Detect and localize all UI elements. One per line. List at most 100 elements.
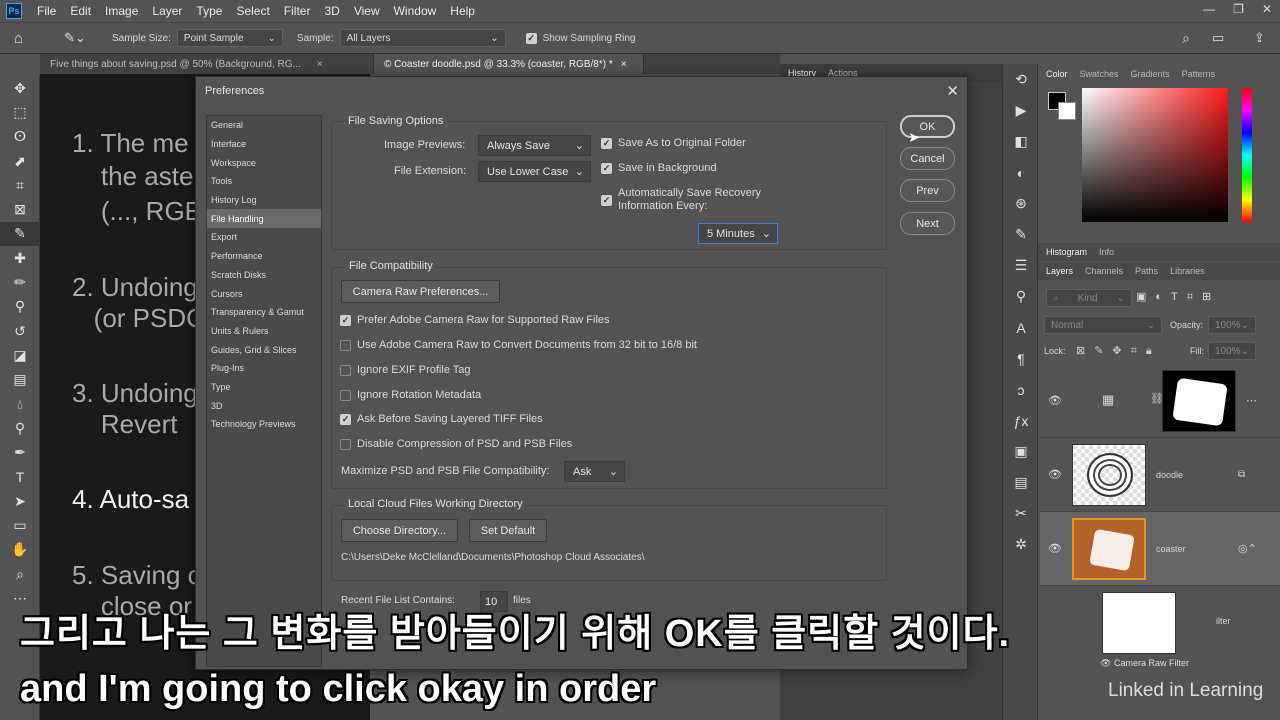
- paragraph-icon[interactable]: ¶: [1003, 343, 1039, 374]
- category-interface[interactable]: Interface: [207, 135, 321, 154]
- tab-info[interactable]: Info: [1099, 247, 1114, 257]
- layer-row[interactable]: 👁︎ doodle ⧉: [1040, 438, 1280, 512]
- eyedropper-tool-icon[interactable]: ✎⌄: [64, 30, 94, 46]
- visibility-eye-icon[interactable]: 👁︎: [1048, 468, 1062, 481]
- compat-checkbox[interactable]: [340, 389, 351, 401]
- menu-layer[interactable]: Layer: [145, 4, 189, 18]
- tab-channels[interactable]: Channels: [1085, 266, 1123, 276]
- layer-mask-thumbnail[interactable]: [1162, 370, 1236, 432]
- menu-filter[interactable]: Filter: [277, 4, 318, 18]
- tab-histogram[interactable]: Histogram: [1046, 247, 1087, 257]
- tab-paths[interactable]: Paths: [1135, 266, 1158, 276]
- menu-type[interactable]: Type: [189, 4, 229, 18]
- compat-checkbox[interactable]: ✓: [340, 413, 351, 425]
- save-in-background-row[interactable]: ✓ Save in Background: [601, 162, 716, 174]
- menu-image[interactable]: Image: [98, 4, 145, 18]
- visibility-eye-icon[interactable]: 👁︎: [1048, 394, 1062, 407]
- menu-help[interactable]: Help: [443, 4, 482, 18]
- actions-icon[interactable]: ▶: [1003, 95, 1039, 126]
- compat-option-row[interactable]: Ignore EXIF Profile Tag: [340, 364, 471, 376]
- compat-option-row[interactable]: Use Adobe Camera Raw to Convert Document…: [340, 339, 697, 351]
- category-performance[interactable]: Performance: [207, 247, 321, 266]
- background-color-swatch[interactable]: [1058, 102, 1076, 120]
- category-workspace[interactable]: Workspace: [207, 153, 321, 172]
- compat-option-row[interactable]: ✓ Ask Before Saving Layered TIFF Files: [340, 413, 543, 425]
- tab-color[interactable]: Color: [1046, 69, 1068, 79]
- compat-checkbox[interactable]: [340, 364, 351, 376]
- category-units-rulers[interactable]: Units & Rulers: [207, 322, 321, 341]
- opacity-field[interactable]: 100% ⌄: [1208, 316, 1256, 334]
- glyphs-icon[interactable]: ↄ: [1003, 374, 1039, 405]
- image-previews-select[interactable]: Always Save ⌄: [478, 135, 591, 156]
- close-window-icon[interactable]: ✕: [1262, 2, 1272, 16]
- menu-file[interactable]: File: [30, 4, 63, 18]
- brush-settings-icon[interactable]: ✎: [1003, 219, 1039, 250]
- sample-size-select[interactable]: Point Sample ⌄: [176, 29, 283, 47]
- save-as-original-row[interactable]: ✓ Save As to Original Folder: [601, 137, 746, 149]
- search-icon[interactable]: ⌕: [1182, 30, 1190, 47]
- tab-gradients[interactable]: Gradients: [1131, 69, 1170, 79]
- marquee-tool-icon[interactable]: ⬚: [0, 100, 40, 124]
- minimize-icon[interactable]: —: [1203, 2, 1215, 16]
- crop-tool-icon[interactable]: ⌗: [0, 173, 40, 197]
- frame-tool-icon[interactable]: ⊠: [0, 197, 40, 221]
- close-tab-icon[interactable]: ×: [317, 59, 323, 70]
- filter-effects-icon[interactable]: ◎⌃: [1238, 542, 1257, 555]
- eyedropper-tool-icon[interactable]: ✎: [0, 221, 40, 247]
- swatch-icon[interactable]: ◧: [1003, 126, 1039, 157]
- save-in-background-checkbox[interactable]: ✓: [601, 162, 612, 174]
- workspace-icon[interactable]: ▭: [1212, 30, 1224, 46]
- cancel-button[interactable]: Cancel: [900, 147, 955, 170]
- lasso-tool-icon[interactable]: ⵙ: [0, 125, 40, 149]
- more-icon[interactable]: ⋯: [1246, 394, 1257, 407]
- history-brush-tool-icon[interactable]: ↺: [0, 319, 40, 343]
- history-icon[interactable]: ⟲: [1003, 64, 1039, 95]
- category-technology-previews[interactable]: Technology Previews: [207, 415, 321, 434]
- 3d-icon[interactable]: ✲: [1003, 529, 1039, 560]
- category-type[interactable]: Type: [207, 378, 321, 397]
- camera-raw-filter-row[interactable]: 👁︎ Camera Raw Filter: [1100, 658, 1189, 669]
- gradient-tool-icon[interactable]: ▤: [0, 368, 40, 392]
- clone-source-icon[interactable]: ⚲: [1003, 281, 1039, 312]
- auto-save-row[interactable]: ✓ Automatically Save Recovery Information …: [601, 187, 761, 213]
- adjustments-icon[interactable]: ◐: [1003, 157, 1039, 188]
- compat-option-row[interactable]: ✓ Prefer Adobe Camera Raw for Supported R…: [340, 314, 610, 326]
- close-icon[interactable]: ✕: [946, 82, 959, 100]
- layer-row[interactable]: ilter: [1040, 588, 1280, 658]
- category-guides[interactable]: Guides, Grid & Slices: [207, 340, 321, 359]
- compat-option-row[interactable]: Ignore Rotation Metadata: [340, 389, 481, 401]
- menu-view[interactable]: View: [347, 4, 387, 18]
- category-tools[interactable]: Tools: [207, 172, 321, 191]
- hue-slider[interactable]: [1242, 88, 1252, 222]
- category-plugins[interactable]: Plug-Ins: [207, 359, 321, 378]
- tab-patterns[interactable]: Patterns: [1182, 69, 1216, 79]
- tab-five-things[interactable]: Five things about saving.psd @ 50% (Back…: [40, 54, 374, 74]
- maximize-compat-select[interactable]: Ask ⌄: [564, 461, 625, 482]
- auto-save-checkbox[interactable]: ✓: [601, 195, 612, 206]
- camera-raw-preferences-button[interactable]: Camera Raw Preferences...: [341, 280, 500, 303]
- tab-layers[interactable]: Layers: [1046, 266, 1073, 276]
- dodge-tool-icon[interactable]: ⚲: [0, 416, 40, 440]
- stamp-tool-icon[interactable]: ⚲: [0, 295, 40, 319]
- visibility-eye-icon[interactable]: 👁︎: [1100, 658, 1111, 668]
- category-export[interactable]: Export: [207, 228, 321, 247]
- layer-row[interactable]: 👁︎ ▦ ⛓︎ ⋯: [1040, 364, 1280, 438]
- visibility-eye-icon[interactable]: 👁︎: [1048, 542, 1062, 555]
- file-extension-select[interactable]: Use Lower Case ⌄: [478, 161, 591, 182]
- tools-icon[interactable]: ✂: [1003, 498, 1039, 529]
- tab-libraries[interactable]: Libraries: [1170, 266, 1205, 276]
- pen-tool-icon[interactable]: ✒: [0, 440, 40, 464]
- close-tab-icon[interactable]: ×: [621, 59, 627, 70]
- quick-select-tool-icon[interactable]: ⬈: [0, 149, 40, 173]
- compat-option-row[interactable]: Disable Compression of PSD and PSB Files: [340, 438, 572, 450]
- blend-mode-select[interactable]: Normal ⌄: [1044, 316, 1162, 334]
- properties-icon[interactable]: ☰: [1003, 250, 1039, 281]
- fx-icon[interactable]: ƒx: [1003, 405, 1039, 436]
- healing-brush-tool-icon[interactable]: ✚: [0, 246, 40, 270]
- compat-checkbox[interactable]: [340, 438, 351, 450]
- blur-tool-icon[interactable]: 💧︎: [0, 392, 40, 416]
- category-history-log[interactable]: History Log: [207, 191, 321, 210]
- character-icon[interactable]: A: [1003, 312, 1039, 343]
- tab-swatches[interactable]: Swatches: [1080, 69, 1119, 79]
- rectangle-tool-icon[interactable]: ▭: [0, 513, 40, 537]
